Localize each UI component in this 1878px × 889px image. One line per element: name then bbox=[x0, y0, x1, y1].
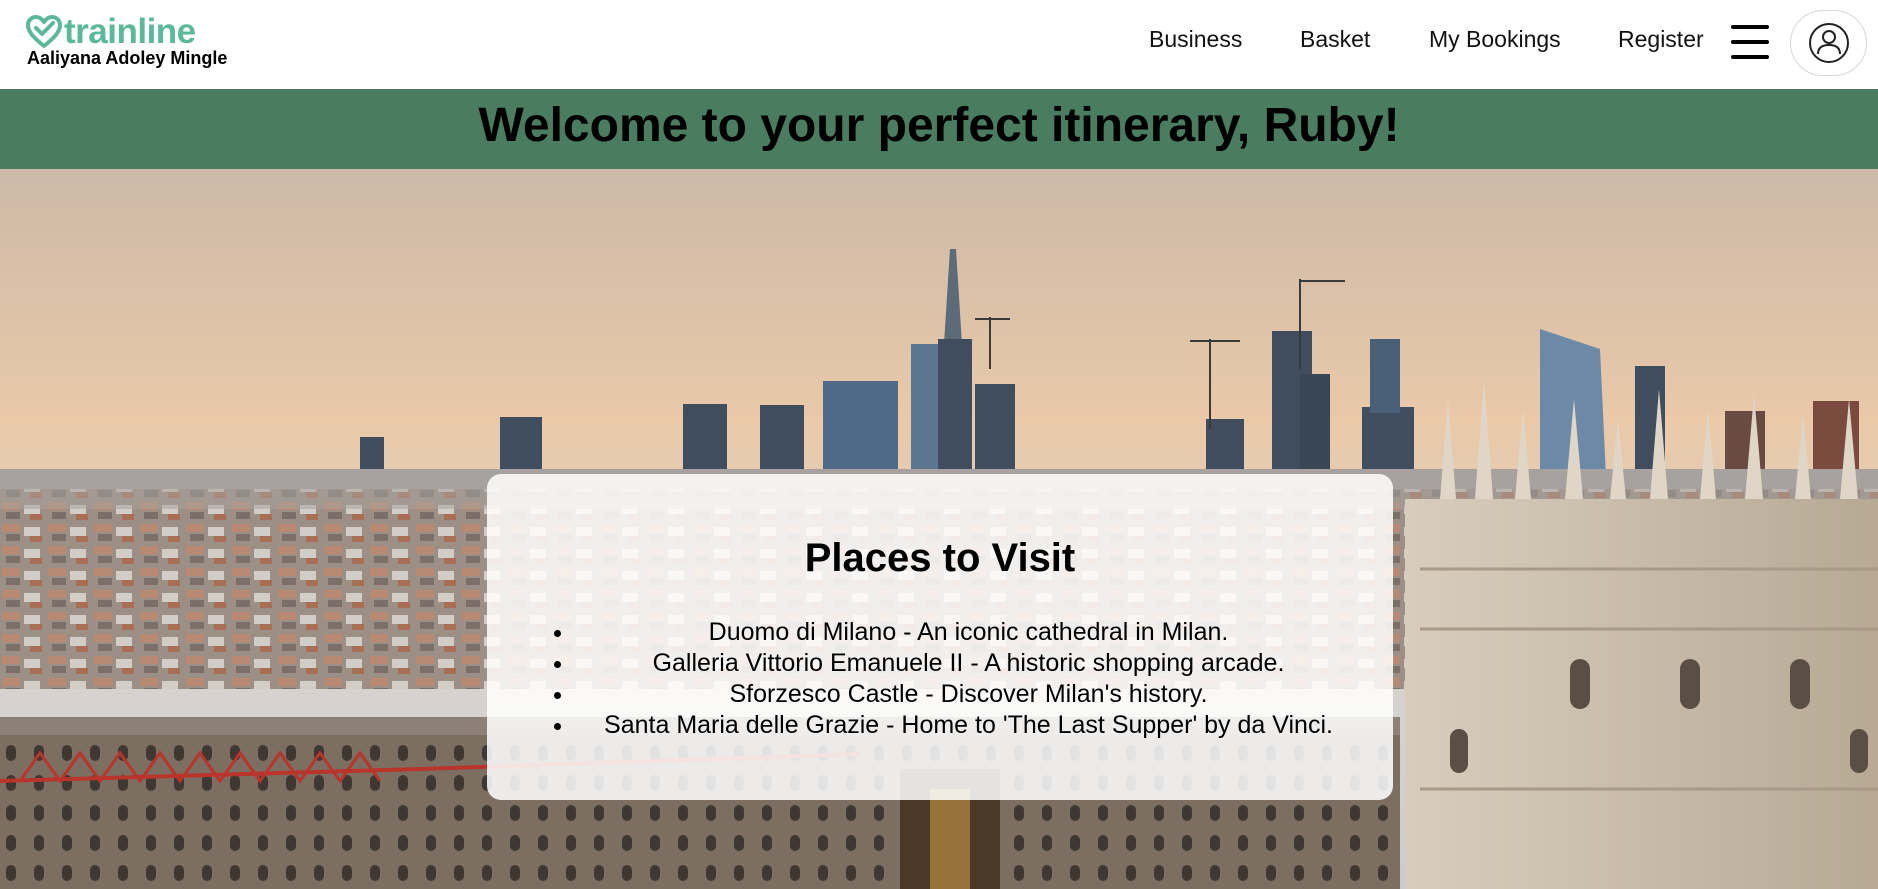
user-account-button[interactable] bbox=[1790, 10, 1867, 76]
places-heading: Places to Visit bbox=[804, 536, 1076, 580]
nav-business[interactable]: Business bbox=[1149, 26, 1242, 53]
welcome-banner: Welcome to your perfect itinerary, Ruby! bbox=[0, 89, 1878, 169]
user-account-icon bbox=[1808, 23, 1849, 63]
site-subtitle: Aaliyana Adoley Mingle bbox=[27, 48, 228, 68]
heart-check-icon bbox=[26, 15, 62, 48]
hamburger-menu-icon[interactable] bbox=[1731, 25, 1769, 61]
places-to-visit-card: Places to Visit Duomo di Milano - An ico… bbox=[487, 474, 1393, 800]
list-item: Duomo di Milano - An iconic cathedral in… bbox=[575, 617, 1362, 648]
list-item: Galleria Vittorio Emanuele II - A histor… bbox=[575, 648, 1362, 679]
top-navigation-bar: trainline Aaliyana Adoley Mingle Busines… bbox=[0, 0, 1878, 89]
places-list: Duomo di Milano - An iconic cathedral in… bbox=[575, 617, 1362, 741]
list-item: Sforzesco Castle - Discover Milan's hist… bbox=[575, 679, 1362, 710]
nav-my-bookings[interactable]: My Bookings bbox=[1429, 26, 1561, 53]
nav-basket[interactable]: Basket bbox=[1300, 26, 1370, 53]
nav-register[interactable]: Register bbox=[1618, 26, 1704, 53]
list-item: Santa Maria delle Grazie - Home to 'The … bbox=[575, 710, 1362, 741]
welcome-title: Welcome to your perfect itinerary, Ruby! bbox=[478, 98, 1400, 152]
trainline-logo[interactable]: trainline bbox=[26, 14, 196, 50]
brand-name: trainline bbox=[64, 12, 196, 51]
